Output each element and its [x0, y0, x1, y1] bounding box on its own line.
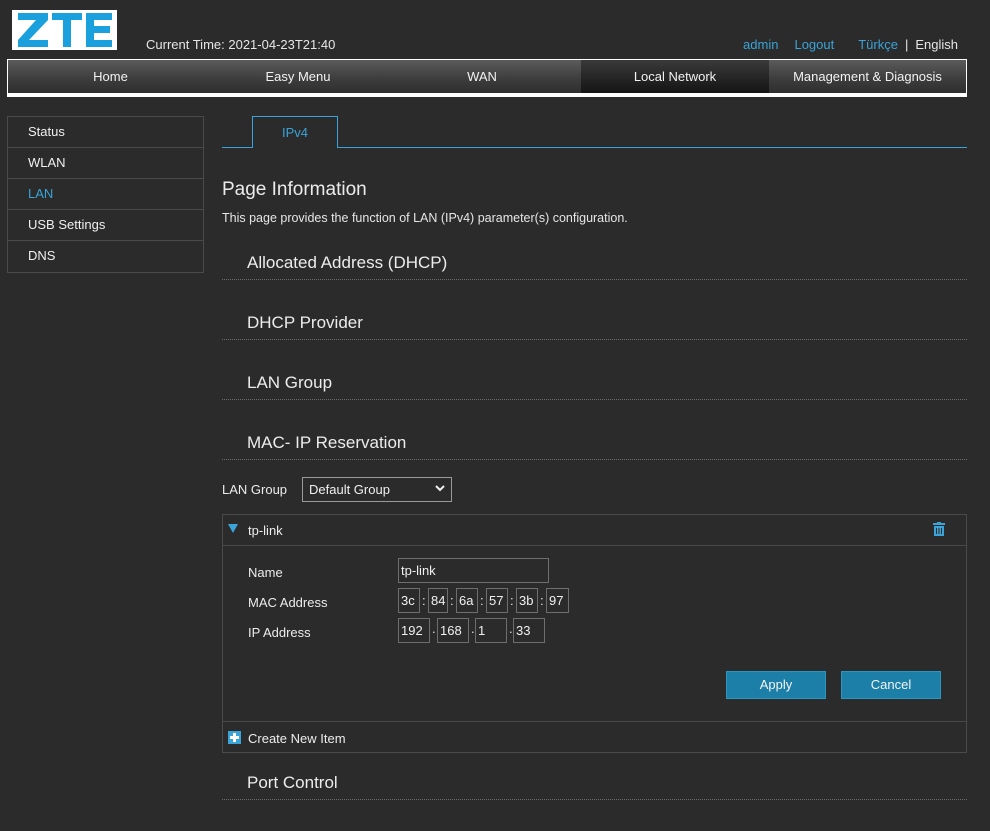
triangle-down-icon: [228, 524, 238, 533]
lan-group-row: LAN Group Default Group: [222, 477, 967, 502]
mac-octet-4[interactable]: 57: [486, 588, 508, 613]
main-content: IPv4 Page Information This page provides…: [222, 116, 967, 800]
mac-separator: :: [480, 593, 484, 608]
nav-management-diagnosis[interactable]: Management & Diagnosis: [769, 60, 966, 93]
ip-octet-3[interactable]: 1: [475, 618, 507, 643]
lan-group-label: LAN Group: [222, 482, 288, 497]
section-title: Port Control: [247, 773, 338, 792]
main-nav: Home Easy Menu WAN Local Network Managem…: [7, 59, 967, 97]
tab-bar: IPv4: [222, 116, 967, 148]
reservation-item-name: tp-link: [248, 523, 283, 538]
mac-address-label: MAC Address: [248, 595, 328, 610]
mac-separator: :: [450, 593, 454, 608]
current-time: Current Time: 2021-04-23T21:40: [146, 37, 336, 52]
zte-logo: [12, 10, 117, 50]
plus-box-icon: [228, 731, 241, 744]
tab-ipv4[interactable]: IPv4: [252, 116, 338, 148]
mac-octet-6[interactable]: 97: [546, 588, 569, 613]
top-links: admin Logout Türkçe | English: [743, 37, 958, 52]
ip-octet-2[interactable]: 168: [437, 618, 469, 643]
cancel-button[interactable]: Cancel: [841, 671, 941, 699]
ip-octet-1[interactable]: 192: [398, 618, 430, 643]
mac-octet-5[interactable]: 3b: [516, 588, 538, 613]
mac-octet-1[interactable]: 3c: [398, 588, 420, 613]
nav-wan[interactable]: WAN: [383, 60, 581, 93]
section-allocated-address[interactable]: Allocated Address (DHCP): [222, 250, 967, 280]
create-new-item-button[interactable]: Create New Item: [222, 721, 967, 753]
lang-turkish-link[interactable]: Türkçe: [858, 37, 898, 52]
reservation-item-header[interactable]: tp-link: [223, 515, 966, 546]
sidebar-item-usb-settings[interactable]: USB Settings: [8, 210, 203, 241]
section-lan-group[interactable]: LAN Group: [222, 370, 967, 400]
section-mac-ip-reservation[interactable]: MAC- IP Reservation: [222, 430, 967, 460]
mac-octet-3[interactable]: 6a: [456, 588, 478, 613]
sidebar: Status WLAN LAN USB Settings DNS: [7, 116, 204, 273]
section-title: MAC- IP Reservation: [247, 433, 407, 452]
reservation-item-panel: tp-link Name tp-link MAC Address 3c : 84…: [222, 514, 967, 753]
zte-logo-graphic: [18, 13, 112, 47]
chevron-down-icon: [435, 480, 445, 505]
section-title: LAN Group: [247, 373, 333, 392]
mac-separator: :: [540, 593, 544, 608]
lan-group-select[interactable]: Default Group: [302, 477, 452, 502]
section-dhcp-provider[interactable]: DHCP Provider: [222, 310, 967, 340]
name-label: Name: [248, 565, 283, 580]
trash-icon[interactable]: [933, 522, 945, 539]
section-port-control[interactable]: Port Control: [222, 770, 967, 800]
apply-button[interactable]: Apply: [726, 671, 826, 699]
ip-octet-4[interactable]: 33: [513, 618, 545, 643]
page-description: This page provides the function of LAN (…: [222, 211, 628, 225]
name-input[interactable]: tp-link: [398, 558, 549, 583]
mac-octet-2[interactable]: 84: [428, 588, 448, 613]
section-title: DHCP Provider: [247, 313, 363, 332]
lang-separator: |: [904, 37, 909, 52]
sidebar-item-dns[interactable]: DNS: [8, 241, 203, 272]
user-link[interactable]: admin: [743, 37, 778, 52]
sidebar-item-lan[interactable]: LAN: [8, 179, 203, 210]
ip-address-label: IP Address: [248, 625, 311, 640]
sidebar-item-status[interactable]: Status: [8, 117, 203, 148]
section-title: Allocated Address (DHCP): [247, 253, 448, 272]
nav-local-network[interactable]: Local Network: [581, 60, 769, 93]
logout-link[interactable]: Logout: [794, 37, 834, 52]
page-title: Page Information: [222, 179, 367, 200]
mac-separator: :: [422, 593, 426, 608]
sidebar-item-wlan[interactable]: WLAN: [8, 148, 203, 179]
nav-home[interactable]: Home: [8, 60, 213, 93]
nav-easy-menu[interactable]: Easy Menu: [213, 60, 383, 93]
ip-separator: .: [432, 621, 436, 636]
create-new-item-label: Create New Item: [248, 731, 346, 746]
mac-separator: :: [510, 593, 514, 608]
lang-english-link[interactable]: English: [915, 37, 958, 52]
lan-group-selected: Default Group: [309, 482, 390, 497]
